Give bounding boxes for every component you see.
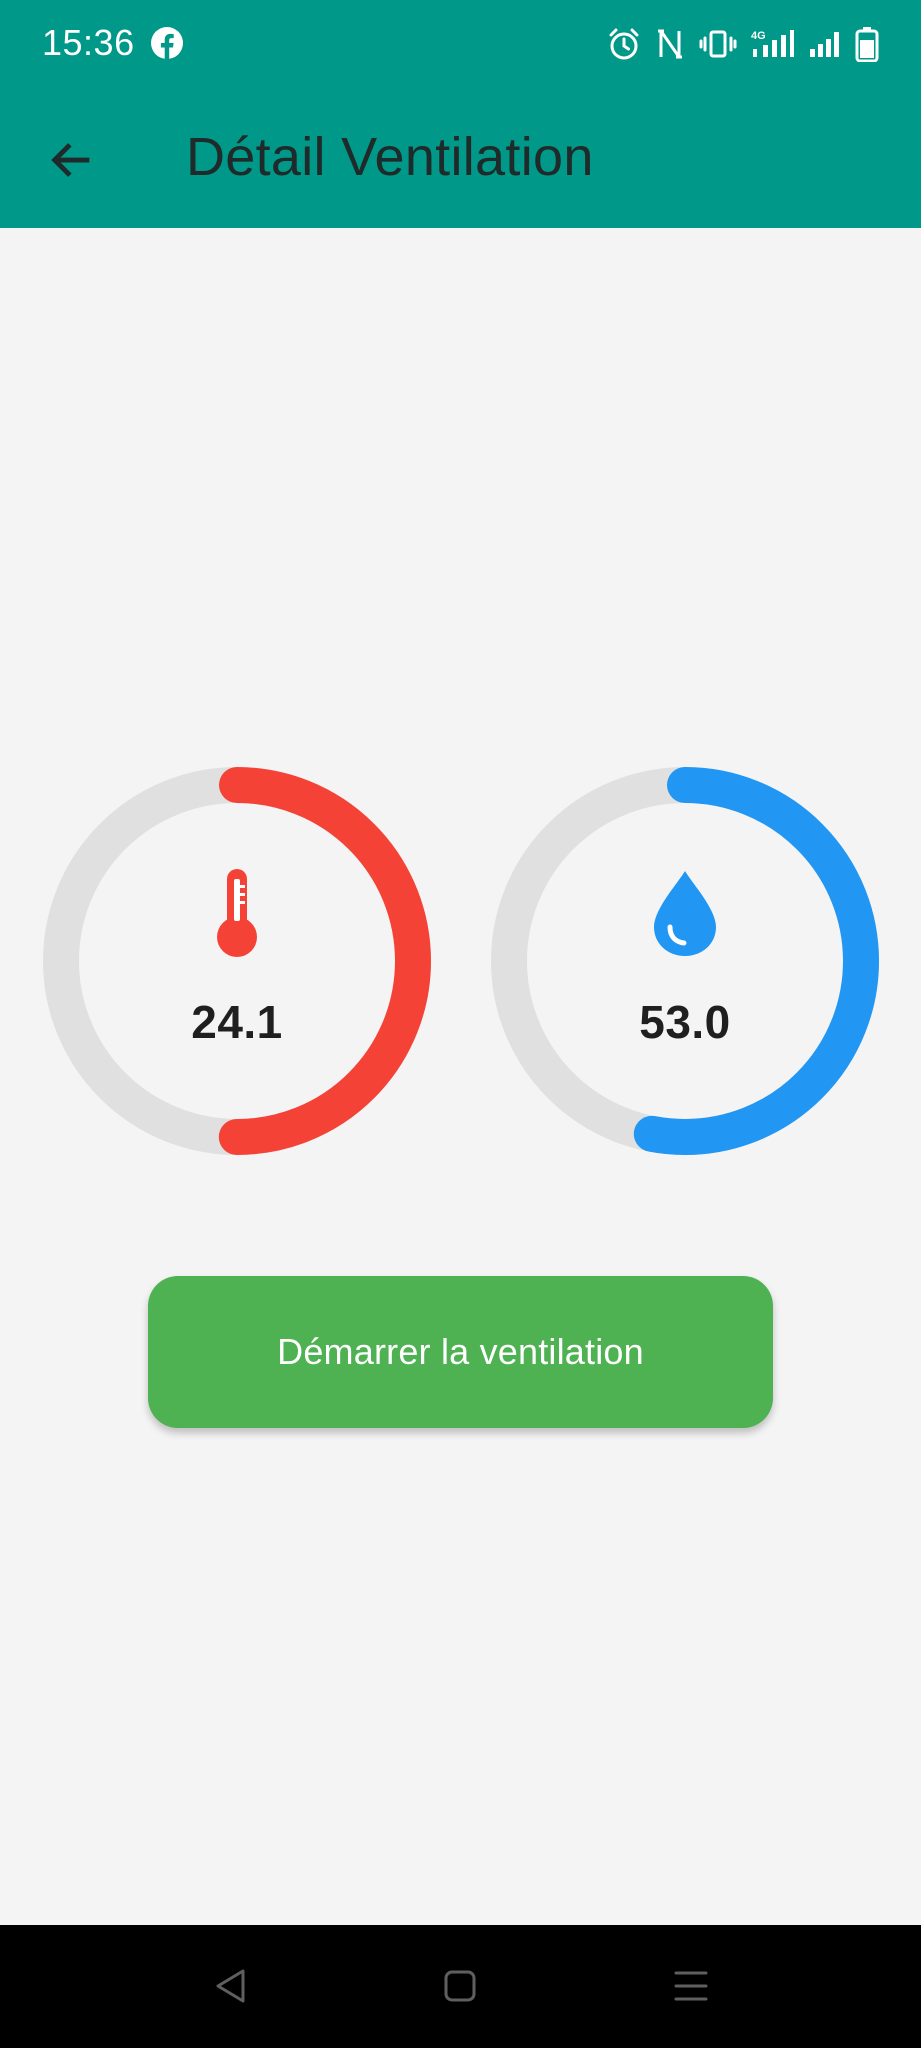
status-icons: 4G — [607, 22, 879, 66]
nav-menu-button[interactable] — [666, 1961, 716, 2011]
signal-icon — [810, 32, 839, 57]
temperature-gauge: 24.1 — [43, 767, 431, 1155]
humidity-gauge: 53.0 — [491, 767, 879, 1155]
nav-back-button[interactable] — [205, 1961, 255, 2011]
4g-signal-icon: 4G — [751, 30, 794, 57]
humidity-ring — [491, 767, 879, 1155]
arrow-left-icon — [51, 143, 90, 177]
nfc-icon — [658, 29, 682, 59]
temperature-ring — [43, 767, 431, 1155]
app-bar: Détail Ventilation — [0, 88, 921, 228]
back-button[interactable] — [36, 124, 108, 196]
start-ventilation-button[interactable]: Démarrer la ventilation — [148, 1276, 773, 1428]
thermometer-icon — [217, 869, 257, 957]
system-nav-bar — [0, 1925, 921, 2048]
humidity-value: 53.0 — [639, 996, 731, 1048]
nav-menu-icon — [674, 1971, 708, 2001]
status-bar: 15:36 4G — [0, 0, 921, 88]
temperature-value: 24.1 — [191, 996, 283, 1048]
nav-home-button[interactable] — [435, 1961, 485, 2011]
network-label: 4G — [751, 30, 766, 42]
nav-home-icon — [444, 1970, 476, 2002]
facebook-icon — [151, 27, 183, 60]
battery-icon — [855, 27, 879, 62]
water-drop-icon — [654, 871, 716, 956]
nav-back-icon — [216, 1969, 245, 2003]
vibrate-icon — [699, 30, 737, 58]
status-time: 15:36 — [42, 22, 135, 63]
alarm-icon — [609, 28, 639, 60]
page-title: Détail Ventilation — [186, 127, 594, 187]
